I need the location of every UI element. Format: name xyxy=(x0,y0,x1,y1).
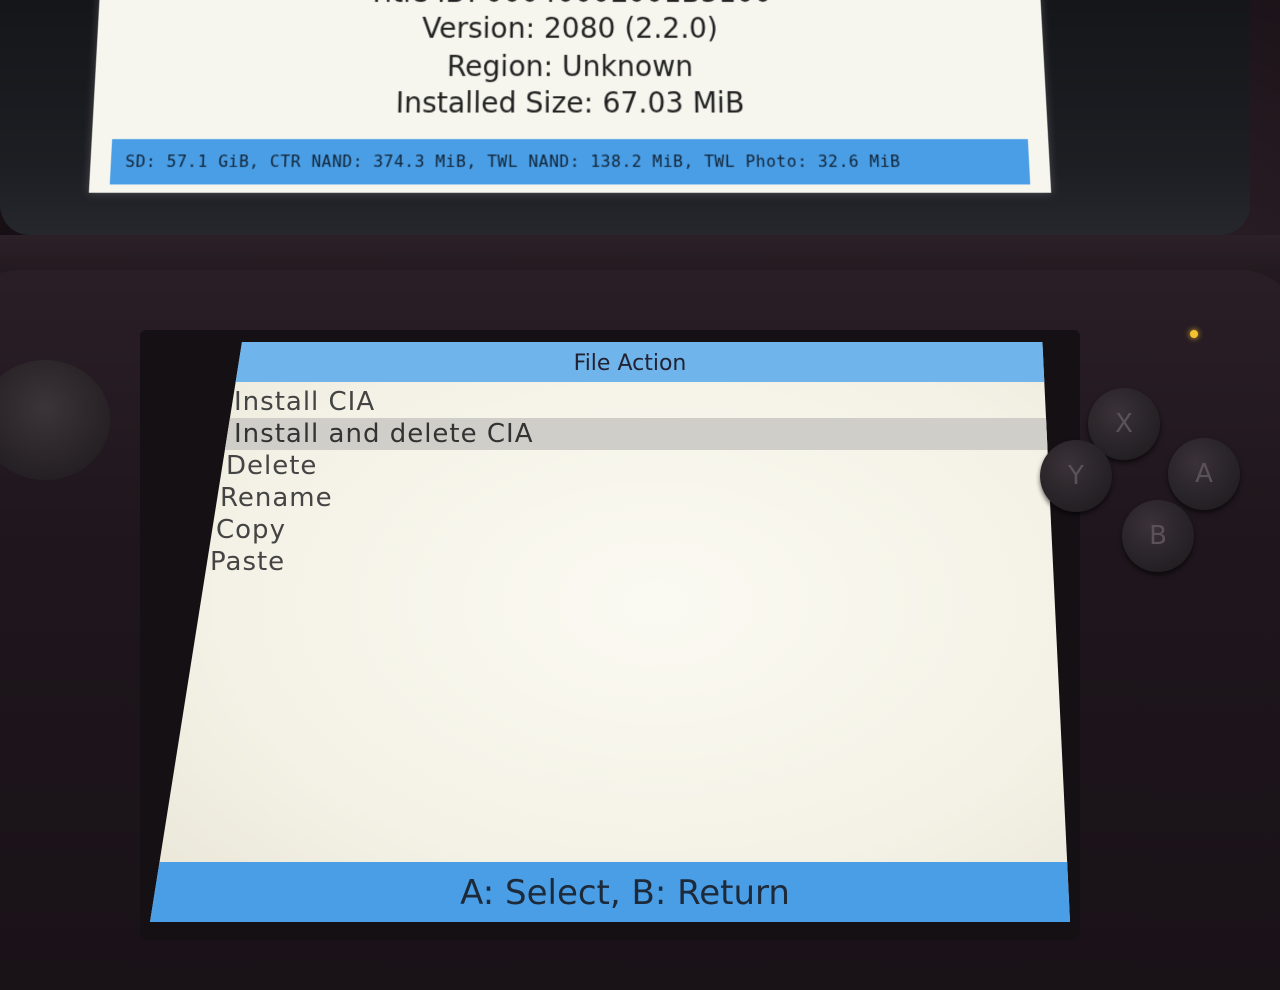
menu-item-copy[interactable]: Copy xyxy=(150,514,1070,546)
menu-item-install-and-delete-cia[interactable]: Install and delete CIA xyxy=(150,418,1070,450)
menu-item-install-cia[interactable]: Install CIA xyxy=(150,386,1070,418)
menu-item-delete[interactable]: Delete xyxy=(150,450,1070,482)
y-button[interactable]: Y xyxy=(1040,440,1112,512)
bottom-screen: File Action Install CIA Install and dele… xyxy=(150,342,1070,922)
title-id-line: Title ID: 0004000E001B5100 xyxy=(99,0,1041,9)
menu-item-paste[interactable]: Paste xyxy=(150,546,1070,578)
version-line: Version: 2080 (2.2.0) xyxy=(421,11,719,45)
a-button[interactable]: A xyxy=(1168,438,1240,510)
menu-item-rename[interactable]: Rename xyxy=(150,482,1070,514)
region-line: Region: Unknown xyxy=(446,49,694,84)
controls-hint-bar: A: Select, B: Return xyxy=(150,862,1070,922)
top-shell: Title ID: 0004000E001B5100 Version: 2080… xyxy=(0,0,1250,235)
top-screen: Title ID: 0004000E001B5100 Version: 2080… xyxy=(88,0,1052,193)
file-action-title: File Action xyxy=(150,342,1070,382)
b-button[interactable]: B xyxy=(1122,500,1194,572)
storage-status-bar: SD: 57.1 GiB, CTR NAND: 374.3 MiB, TWL N… xyxy=(109,139,1031,185)
installed-size-line: Installed Size: 67.03 MiB xyxy=(395,86,745,120)
file-action-menu: Install CIA Install and delete CIA Delet… xyxy=(150,386,1070,578)
power-led xyxy=(1190,330,1198,338)
